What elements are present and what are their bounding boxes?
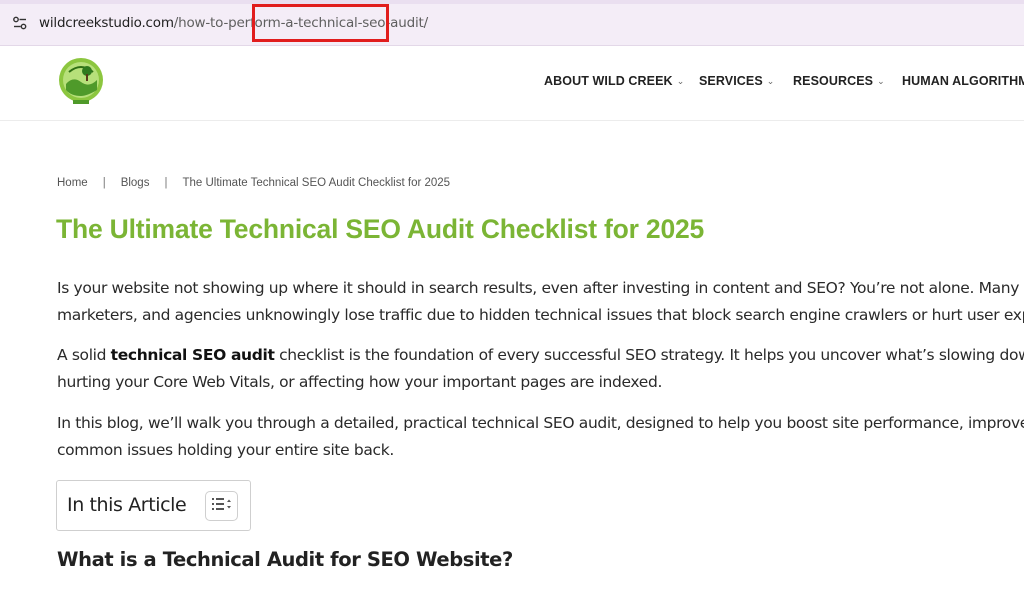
chevron-down-icon: ⌄ — [676, 75, 685, 86]
paragraph-text: checklist is the foundation of every suc… — [274, 346, 1024, 364]
paragraph-line: marketers, and agencies unknowingly lose… — [57, 306, 1024, 324]
tune-icon[interactable] — [10, 13, 30, 33]
paragraph-line: common issues holding your entire site b… — [57, 441, 394, 459]
section-heading: What is a Technical Audit for SEO Websit… — [57, 548, 513, 571]
paragraph-text: A solid — [57, 346, 111, 364]
article-paragraph-1: Is your website not showing up where it … — [57, 275, 1024, 329]
nav-label: ABOUT WILD CREEK — [544, 74, 673, 88]
nav-label: SERVICES — [699, 74, 763, 88]
article-paragraph-2: A solid technical SEO audit checklist is… — [57, 342, 1024, 396]
article-paragraph-3: In this blog, we’ll walk you through a d… — [57, 410, 1024, 464]
browser-address-bar[interactable]: wildcreekstudio.com/how-to-perform-a-tec… — [0, 0, 1024, 46]
tab-strip — [0, 0, 1024, 4]
breadcrumb-home[interactable]: Home — [57, 177, 88, 189]
chevron-down-icon: ⌄ — [766, 75, 775, 86]
paragraph-line: Is your website not showing up where it … — [57, 279, 1024, 297]
breadcrumb-separator: | — [164, 177, 168, 189]
breadcrumb-separator: | — [102, 177, 106, 189]
nav-services[interactable]: SERVICES ⌄ — [699, 74, 774, 88]
chevron-down-icon: ⌄ — [877, 75, 885, 86]
toc-toggle-button[interactable] — [205, 491, 238, 521]
nav-about-wild-creek[interactable]: ABOUT WILD CREEK ⌄ — [544, 74, 684, 88]
nav-label: HUMAN ALGORITHM — [902, 74, 1024, 88]
breadcrumb-current: The Ultimate Technical SEO Audit Checkli… — [182, 177, 451, 189]
wild-creek-studio-logo[interactable] — [57, 56, 105, 108]
list-toggle-icon — [211, 497, 232, 516]
bold-keyword: technical SEO audit — [110, 346, 275, 364]
toc-label: In this Article — [67, 494, 187, 516]
breadcrumb: Home | Blogs | The Ultimate Technical SEO Au… — [57, 177, 450, 189]
paragraph-line: hurting your Core Web Vitals, or affecti… — [57, 373, 663, 391]
url-host: wildcreekstudio.com — [39, 15, 174, 31]
paragraph-line: In this blog, we’ll walk you through a d… — [57, 414, 1024, 432]
site-header: ABOUT WILD CREEK ⌄ SERVICES ⌄ RESOURCES … — [0, 46, 1024, 121]
paragraph-line: A solid technical SEO audit checklist is… — [57, 342, 1024, 369]
url-text[interactable]: wildcreekstudio.com/how-to-perform-a-tec… — [39, 14, 428, 32]
nav-human-algorithm[interactable]: HUMAN ALGORITHM — [902, 74, 1024, 88]
table-of-contents: In this Article — [56, 480, 251, 531]
nav-label: RESOURCES — [793, 74, 874, 88]
breadcrumb-blogs[interactable]: Blogs — [121, 177, 150, 189]
page-title: The Ultimate Technical SEO Audit Checkli… — [56, 214, 705, 244]
url-path: /how-to-perform-a-technical-seo-audit/ — [173, 15, 428, 31]
nav-resources[interactable]: RESOURCES ⌄ — [793, 74, 885, 88]
